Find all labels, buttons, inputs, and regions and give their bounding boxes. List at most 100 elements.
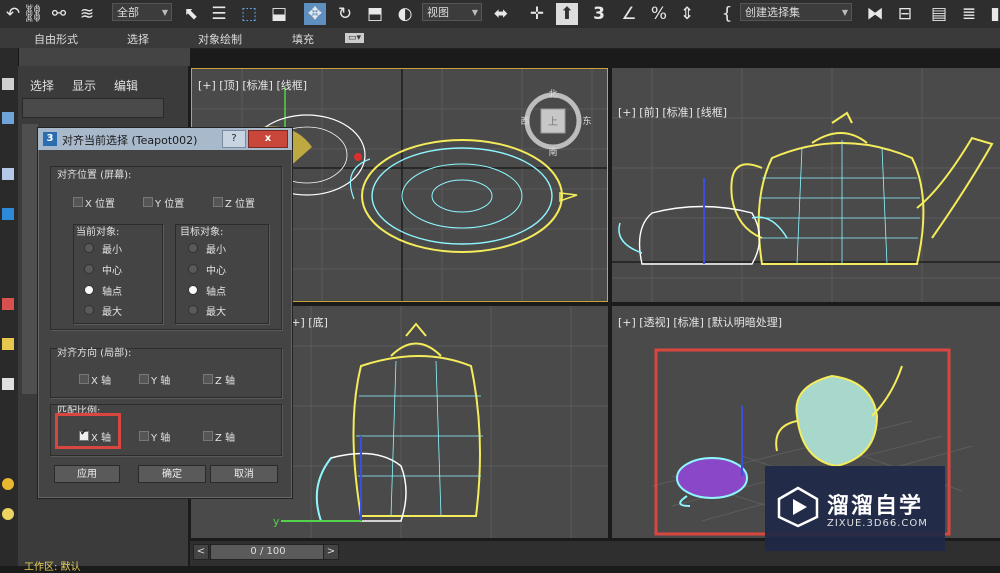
target-max-radio[interactable] bbox=[188, 305, 198, 315]
z-position-label: Z 位置 bbox=[225, 199, 256, 210]
placement-icon[interactable]: ◐ bbox=[394, 3, 416, 25]
frame-counter[interactable]: 0 / 100 bbox=[210, 544, 326, 560]
dialog-titlebar[interactable]: 3 对齐当前选择 (Teapot002) ? x bbox=[38, 128, 292, 150]
teapot-small-handle bbox=[679, 495, 691, 507]
strip-tool-icon[interactable] bbox=[2, 168, 14, 180]
panel-tab-edit[interactable]: 编辑 bbox=[114, 77, 138, 94]
viewport-front[interactable]: [+] [前] [标准] [线框] bbox=[612, 68, 1000, 302]
scale-z-checkbox[interactable] bbox=[203, 431, 213, 441]
reference-coordinate-value: 视图 bbox=[427, 6, 449, 19]
close-button[interactable]: x bbox=[248, 130, 288, 148]
scale-icon[interactable]: ⬒ bbox=[364, 3, 386, 25]
sun-icon[interactable] bbox=[2, 478, 14, 490]
bind-spacewarp-icon[interactable]: ≋ bbox=[76, 3, 98, 25]
ribbon-options-icon[interactable]: ▭▾ bbox=[345, 33, 365, 43]
x-position-checkbox[interactable] bbox=[73, 197, 83, 207]
layer-manager-icon[interactable]: ≣ bbox=[958, 3, 980, 25]
y-position-checkbox[interactable] bbox=[143, 197, 153, 207]
selection-filter-dropdown[interactable]: 全部 ▼ bbox=[112, 3, 172, 21]
keyboard-shortcut-override-icon[interactable]: ⬆ bbox=[556, 3, 578, 25]
target-pivot-radio[interactable] bbox=[188, 285, 198, 295]
target-min-radio[interactable] bbox=[188, 243, 198, 253]
scene-explorer-icon[interactable]: ▤ bbox=[928, 3, 950, 25]
tab-selection[interactable]: 选择 bbox=[127, 31, 149, 47]
rect-selection-icon[interactable]: ⬚ bbox=[238, 3, 260, 25]
teapot-small-handle bbox=[618, 222, 643, 254]
strip-tool-icon[interactable] bbox=[2, 298, 14, 310]
viewcube[interactable]: 上 北 西 东 南 bbox=[520, 89, 591, 158]
move-icon[interactable]: ✥ bbox=[304, 3, 326, 25]
current-center-radio[interactable] bbox=[84, 264, 94, 274]
cancel-button[interactable]: 取消 bbox=[210, 465, 278, 483]
next-frame-button[interactable]: > bbox=[323, 544, 339, 560]
z-position-checkbox[interactable] bbox=[213, 197, 223, 207]
main-toolbar: ↶ ⛓ ⚯ ≋ 全部 ▼ ⬉ ☰ ⬚ ⬓ ✥ ↻ ⬒ ◐ 视图 ▼ ⬌ ✛ ⬆ 3 … bbox=[0, 0, 1000, 29]
link-icon[interactable]: ⛓ bbox=[22, 3, 44, 25]
viewport-perspective-label[interactable]: [+] [透视] [标准] [默认明暗处理] bbox=[618, 314, 782, 330]
current-pivot-label: 轴点 bbox=[102, 287, 122, 298]
ok-button[interactable]: 确定 bbox=[138, 465, 206, 483]
ribbon-tabs: 自由形式 选择 对象绘制 填充 ▭▾ bbox=[0, 28, 1000, 49]
ribbon-toggle-icon[interactable]: ▮ bbox=[984, 3, 1000, 25]
help-button[interactable]: ? bbox=[222, 130, 246, 148]
unlink-icon[interactable]: ⚯ bbox=[48, 3, 70, 25]
pivot-point-icon[interactable]: ⬌ bbox=[490, 3, 512, 25]
scale-y-label: Y 轴 bbox=[151, 433, 171, 444]
reference-coordinate-dropdown[interactable]: 视图 ▼ bbox=[422, 3, 482, 21]
align-selection-dialog: 3 对齐当前选择 (Teapot002) ? x 对齐位置 (屏幕): X 位置… bbox=[37, 127, 293, 499]
tab-object-paint[interactable]: 对象绘制 bbox=[198, 31, 242, 47]
current-object-group: 当前对象: 最小 中心 轴点 最大 bbox=[73, 224, 163, 324]
named-selection-set-dropdown[interactable]: 创建选择集 ▼ bbox=[740, 3, 852, 21]
orient-z-label: Z 轴 bbox=[215, 376, 236, 387]
orient-z-checkbox[interactable] bbox=[203, 374, 213, 384]
snap-dimension-label: 3 bbox=[593, 4, 605, 24]
highlight-box bbox=[55, 413, 121, 449]
orient-y-checkbox[interactable] bbox=[139, 374, 149, 384]
spinner-snap-icon[interactable]: ⇕ bbox=[676, 3, 698, 25]
scale-y-checkbox[interactable] bbox=[139, 431, 149, 441]
viewcube-west: 西 bbox=[520, 116, 529, 127]
current-max-radio[interactable] bbox=[84, 305, 94, 315]
viewport-bottom-label[interactable]: [+] [底] bbox=[287, 314, 328, 330]
mirror-icon[interactable]: ⧓ bbox=[864, 3, 886, 25]
current-pivot-radio[interactable] bbox=[84, 285, 94, 295]
strip-tool-icon[interactable] bbox=[2, 112, 14, 124]
strip-tool-icon[interactable] bbox=[2, 78, 14, 90]
tab-populate[interactable]: 填充 bbox=[292, 31, 314, 47]
panel-tab-select[interactable]: 选择 bbox=[30, 77, 54, 94]
current-center-label: 中心 bbox=[102, 266, 122, 277]
select-manipulate-icon[interactable]: ✛ bbox=[526, 3, 548, 25]
window-crossing-icon[interactable]: ⬓ bbox=[268, 3, 290, 25]
rotate-icon[interactable]: ↻ bbox=[334, 3, 356, 25]
align-position-title: 对齐位置 (屏幕): bbox=[57, 170, 132, 181]
percent-snap-icon[interactable]: % bbox=[648, 3, 670, 25]
target-center-radio[interactable] bbox=[188, 264, 198, 274]
tab-freeform[interactable]: 自由形式 bbox=[34, 31, 78, 47]
select-object-icon[interactable]: ⬉ bbox=[180, 3, 202, 25]
edit-named-selection-icon[interactable]: { bbox=[716, 3, 738, 25]
target-min-label: 最小 bbox=[206, 245, 226, 256]
teapot-large-wire bbox=[371, 147, 553, 245]
viewport-top-label[interactable]: [+] [顶] [标准] [线框] bbox=[198, 77, 307, 93]
prev-frame-button[interactable]: < bbox=[193, 544, 209, 560]
align-icon[interactable]: ⊟ bbox=[894, 3, 916, 25]
target-center-label: 中心 bbox=[206, 266, 226, 277]
panel-search-field[interactable] bbox=[22, 98, 164, 118]
teapot-large-lid bbox=[431, 179, 493, 213]
strip-tool-icon[interactable] bbox=[2, 378, 14, 390]
snaps-toggle-icon[interactable]: 3 bbox=[588, 3, 610, 25]
strip-tool-icon[interactable] bbox=[2, 208, 14, 220]
apply-button[interactable]: 应用 bbox=[54, 465, 120, 483]
select-by-name-icon[interactable]: ☰ bbox=[208, 3, 230, 25]
panel-tab-display[interactable]: 显示 bbox=[72, 77, 96, 94]
scale-z-label: Z 轴 bbox=[215, 433, 236, 444]
strip-tool-icon[interactable] bbox=[2, 338, 14, 350]
undo-icon[interactable]: ↶ bbox=[2, 3, 24, 25]
current-min-radio[interactable] bbox=[84, 243, 94, 253]
angle-snap-icon[interactable]: ∠ bbox=[618, 3, 640, 25]
light-icon[interactable] bbox=[2, 508, 14, 520]
watermark-url: ZIXUE.3D66.COM bbox=[827, 518, 928, 529]
orient-x-checkbox[interactable] bbox=[79, 374, 89, 384]
viewport-front-label-text[interactable]: [+] [前] [标准] [线框] bbox=[618, 105, 727, 119]
teapot-large-wire bbox=[356, 360, 483, 517]
